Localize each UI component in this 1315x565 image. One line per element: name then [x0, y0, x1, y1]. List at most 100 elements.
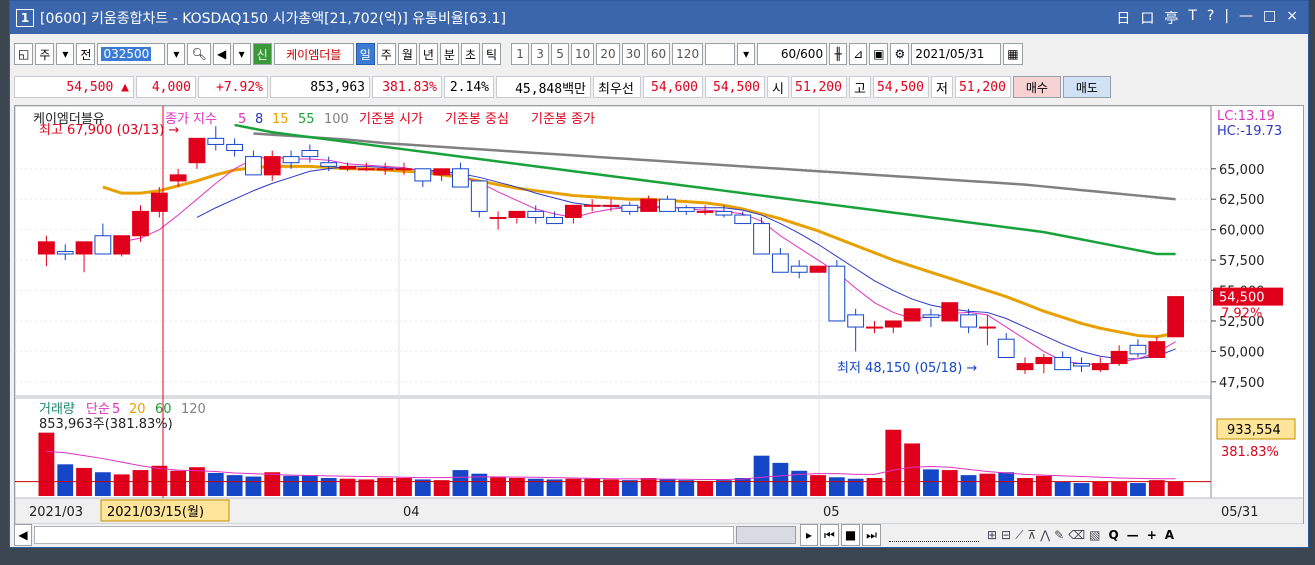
candle-body	[997, 338, 1015, 358]
forward-icon[interactable]: ⏭	[862, 524, 881, 546]
period-tab-1[interactable]: 주	[376, 43, 396, 65]
stop-icon[interactable]: ■	[840, 524, 861, 546]
candle-body	[94, 235, 112, 255]
count-input[interactable]: 60/600	[757, 43, 828, 65]
minute-tab-60[interactable]: 60	[646, 43, 671, 65]
minute-tab-20[interactable]: 20	[596, 43, 620, 65]
scroll-track[interactable]	[34, 526, 734, 544]
calendar-icon[interactable]: ▦	[1003, 43, 1023, 65]
play-icon[interactable]: ▸	[800, 524, 818, 546]
overlay-tool-icon[interactable]: ⊟	[1001, 528, 1011, 543]
item-type-jeon[interactable]: 전	[76, 43, 96, 65]
stock-chart[interactable]: 65,00062,50060,00057,50055,00052,50050,0…	[14, 105, 1304, 525]
ma-legend-item: 기준봉 중심	[445, 112, 509, 127]
volume-bar	[866, 478, 883, 496]
eraser-tool-icon[interactable]: ⌫	[1068, 528, 1085, 543]
code-dropdown-icon[interactable]: ▾	[167, 43, 186, 65]
menu-dropdown-icon[interactable]: ▾	[232, 43, 251, 65]
volume-bar	[264, 472, 281, 496]
compare-icon[interactable]: ⊿	[849, 43, 868, 65]
y-tick-label: 57,500	[1219, 254, 1265, 269]
minute-tab-30[interactable]: 30	[621, 43, 645, 65]
zoom-out-icon[interactable]: —	[1127, 528, 1139, 542]
stock-name: 케이엠더블	[273, 43, 354, 65]
volume-bar	[1111, 481, 1128, 496]
candle-body	[922, 314, 940, 318]
text-icon[interactable]: T	[1188, 8, 1197, 28]
volume-bar	[923, 469, 939, 496]
period-tab-4[interactable]: 분	[439, 43, 459, 65]
period-tab-2[interactable]: 월	[397, 43, 417, 65]
candle-body	[640, 198, 658, 212]
credit-badge[interactable]: 신	[252, 43, 272, 65]
period-tab-5[interactable]: 초	[460, 43, 480, 65]
volume-legend-item: 20	[129, 402, 146, 417]
save-icon[interactable]: ▣	[869, 43, 889, 65]
price-value: 54,500	[66, 79, 114, 95]
search-icon[interactable]: 🔍︎	[187, 43, 211, 65]
volume-bar	[885, 429, 902, 496]
zoom-in-icon[interactable]: +	[1147, 528, 1157, 542]
candle-body	[395, 168, 413, 171]
pin-icon[interactable]: 亭	[1164, 8, 1178, 28]
volume-bar	[621, 480, 638, 496]
date-input[interactable]: 2021/05/31	[911, 43, 1002, 65]
interval-input[interactable]	[705, 43, 736, 65]
pen-tool-icon[interactable]: ✎	[1054, 528, 1064, 543]
y-tick-label: 62,500	[1219, 193, 1265, 208]
period-tab-3[interactable]: 년	[418, 43, 438, 65]
candle-body	[564, 204, 582, 218]
minimize-icon[interactable]: —	[1239, 8, 1253, 28]
current-price: 54,500 ▲	[14, 76, 134, 98]
minute-tab-3[interactable]: 3	[531, 43, 550, 65]
minute-tab-1[interactable]: 1	[511, 43, 530, 65]
image-tool-icon[interactable]: ▧	[1089, 528, 1100, 543]
sound-icon[interactable]: ◀︎	[212, 43, 231, 65]
sell-button[interactable]: 매도	[1062, 76, 1111, 98]
gear-icon[interactable]: ⚙	[890, 43, 910, 65]
layout-icon[interactable]: ◱	[14, 43, 34, 65]
up-arrow-icon: ▲	[121, 79, 129, 95]
y-tick-label: 47,500	[1219, 376, 1265, 391]
x-axis-label: 04	[403, 505, 420, 520]
rewind-icon[interactable]: ⏮	[820, 524, 839, 546]
item-type-dropdown[interactable]: ▾	[56, 43, 75, 65]
zoom-search-icon[interactable]: Q	[1109, 528, 1119, 542]
cascade-icon[interactable]: 口	[1140, 8, 1154, 28]
candle-body	[357, 168, 375, 171]
candle-body	[621, 204, 639, 212]
line-tool-icon[interactable]: ⟋	[1015, 528, 1023, 543]
candle-type-icon[interactable]: ╫	[829, 43, 848, 65]
auto-icon[interactable]: A	[1165, 528, 1174, 542]
buy-button[interactable]: 매수	[1012, 76, 1061, 98]
stock-code-input[interactable]: 032500	[97, 43, 166, 65]
zoom-slider[interactable]	[888, 528, 979, 542]
minute-tab-5[interactable]: 5	[551, 43, 570, 65]
minute-tab-120[interactable]: 120	[672, 43, 704, 65]
volume-bar	[772, 462, 789, 496]
minute-tab-10[interactable]: 10	[571, 43, 595, 65]
candle-body	[470, 180, 488, 212]
volume-legend-item: 거래량	[39, 402, 75, 417]
window-controls: 日口亭 T? | — □ ×	[1116, 8, 1308, 28]
trend-tool-icon[interactable]: ⊼	[1028, 528, 1037, 543]
fib-tool-icon[interactable]: ⋀	[1040, 528, 1050, 543]
window-number-badge: 1	[16, 8, 34, 27]
scroll-left-icon[interactable]: ◀	[14, 524, 32, 546]
candle-body	[1035, 356, 1053, 365]
ma-legend-item: 100	[324, 112, 349, 127]
layout-tool-icon[interactable]: ⊞	[987, 528, 997, 543]
close-icon[interactable]: ×	[1286, 8, 1298, 28]
candle-body	[414, 168, 432, 182]
date-value: 2021/05/31	[915, 47, 985, 61]
help-icon[interactable]: ?	[1207, 8, 1214, 28]
tile-icon[interactable]: 日	[1116, 8, 1130, 28]
candle-body	[715, 210, 733, 216]
interval-dropdown-icon[interactable]: ▾	[737, 43, 756, 65]
open-value: 51,200	[790, 76, 847, 98]
item-type-jong[interactable]: 주	[35, 43, 55, 65]
scroll-thumb[interactable]	[736, 526, 796, 544]
period-tab-0[interactable]: 일	[355, 43, 375, 65]
maximize-icon[interactable]: □	[1263, 8, 1276, 28]
period-tab-6[interactable]: 틱	[482, 43, 502, 65]
